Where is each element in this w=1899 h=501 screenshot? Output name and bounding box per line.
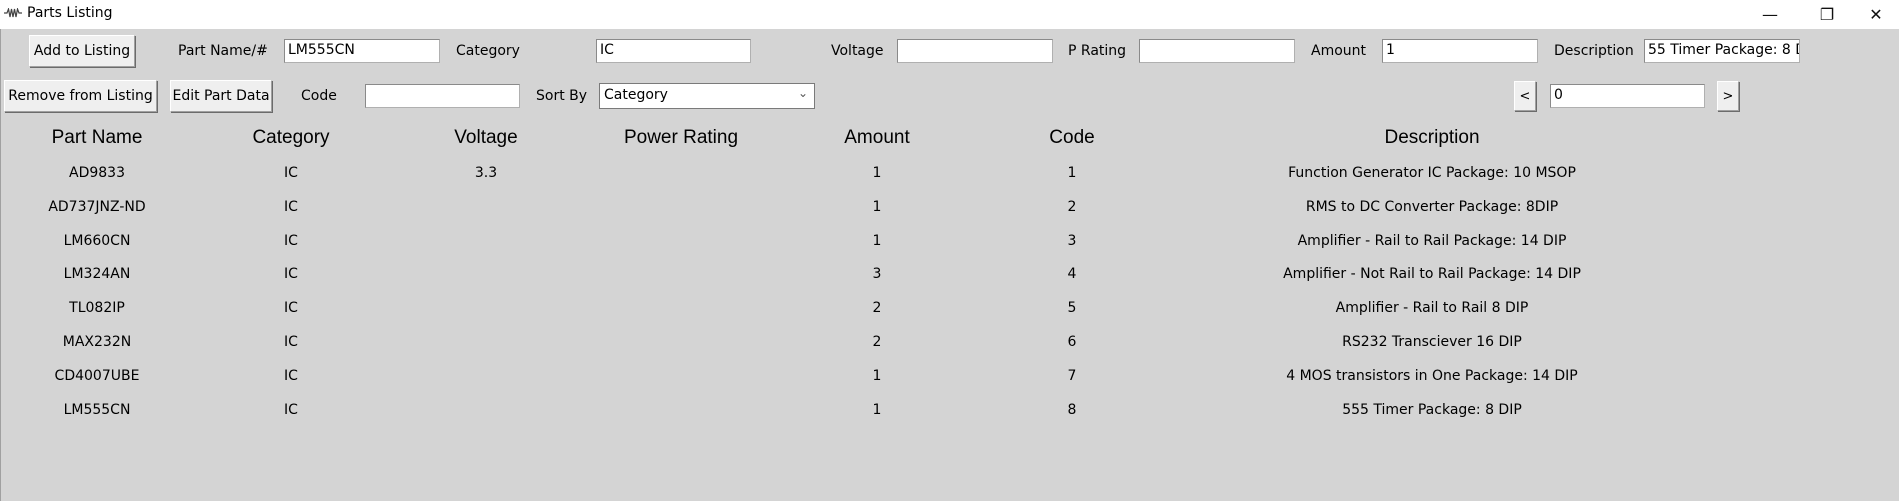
cell-category: IC — [284, 367, 298, 384]
maximize-button[interactable]: ❐ — [1804, 0, 1850, 29]
cell-category: IC — [284, 165, 298, 181]
cell-amount: 1 — [872, 401, 882, 418]
category-label: Category — [456, 43, 520, 59]
minimize-button[interactable]: — — [1747, 0, 1793, 29]
voltage-input[interactable] — [897, 39, 1053, 63]
cell-code: 6 — [1067, 334, 1077, 350]
add-to-listing-button[interactable]: Add to Listing — [29, 35, 135, 67]
cell-description: RMS to DC Converter Package: 8DIP — [1305, 198, 1559, 215]
edit-part-data-button[interactable]: Edit Part Data — [170, 80, 272, 112]
cell-category: IC — [284, 334, 298, 350]
cell-category: IC — [284, 401, 298, 418]
cell-description: Function Generator IC Package: 10 MSOP — [1288, 165, 1576, 181]
cell-amount: 1 — [872, 232, 882, 249]
cell-part-name: AD737JNZ-ND — [48, 198, 146, 215]
sort-by-select[interactable]: Category ⌄ — [599, 83, 815, 109]
sort-by-value: Category — [604, 87, 668, 103]
cell-part-name: CD4007UBE — [54, 367, 140, 384]
cell-code: 3 — [1067, 232, 1077, 249]
description-label: Description — [1554, 43, 1634, 59]
header-voltage: Voltage — [454, 127, 518, 148]
cell-description: 555 Timer Package: 8 DIP — [1342, 401, 1522, 418]
cell-part-name: LM555CN — [63, 401, 131, 418]
cell-code: 7 — [1067, 367, 1077, 384]
header-amount: Amount — [844, 127, 910, 148]
cell-amount: 1 — [872, 165, 882, 181]
cell-description: 4 MOS transistors in One Package: 14 DIP — [1286, 367, 1578, 384]
cell-part-name: LM660CN — [63, 232, 131, 249]
cell-category: IC — [284, 300, 298, 317]
cell-code: 2 — [1067, 198, 1077, 215]
cell-description: RS232 Transciever 16 DIP — [1342, 334, 1522, 350]
cell-description: Amplifier - Rail to Rail Package: 14 DIP — [1297, 232, 1567, 249]
cell-category: IC — [284, 198, 298, 215]
part-name-label: Part Name/# — [178, 43, 268, 59]
title-bar: Parts Listing — ❐ ✕ — [0, 0, 1899, 29]
previous-page-button[interactable]: < — [1514, 81, 1536, 111]
cell-part-name: LM324AN — [63, 266, 131, 283]
code-label: Code — [301, 88, 337, 104]
close-button[interactable]: ✕ — [1853, 0, 1899, 29]
page-input[interactable]: 0 — [1550, 84, 1705, 108]
p-rating-label: P Rating — [1068, 43, 1127, 59]
cell-category: IC — [284, 266, 298, 283]
amount-input[interactable]: 1 — [1382, 39, 1538, 63]
chevron-down-icon: ⌄ — [797, 86, 808, 100]
cell-amount: 2 — [872, 300, 882, 317]
cell-part-name: MAX232N — [62, 334, 132, 350]
header-description: Description — [1384, 127, 1480, 148]
window-title: Parts Listing — [27, 5, 113, 21]
voltage-label: Voltage — [831, 43, 884, 59]
minimize-icon: — — [1762, 5, 1778, 24]
cell-description: Amplifier - Rail to Rail 8 DIP — [1335, 300, 1529, 317]
cell-amount: 1 — [872, 198, 882, 215]
next-page-button[interactable]: > — [1717, 81, 1739, 111]
header-code: Code — [1049, 127, 1095, 148]
cell-amount: 3 — [872, 266, 882, 283]
cell-code: 1 — [1067, 165, 1077, 181]
cell-description: Amplifier - Not Rail to Rail Package: 14… — [1283, 266, 1581, 283]
code-input[interactable] — [365, 84, 520, 108]
category-input[interactable]: IC — [596, 39, 751, 63]
window-border — [0, 29, 1, 501]
cell-category: IC — [284, 232, 298, 249]
header-category: Category — [252, 127, 330, 148]
p-rating-input[interactable] — [1139, 39, 1295, 63]
cell-code: 8 — [1067, 401, 1077, 418]
cell-code: 5 — [1067, 300, 1077, 317]
cell-code: 4 — [1067, 266, 1077, 283]
cell-amount: 2 — [872, 334, 882, 350]
close-icon: ✕ — [1869, 5, 1883, 24]
description-input[interactable]: 55 Timer Package: 8 DIP — [1644, 39, 1800, 63]
cell-part-name: AD9833 — [69, 165, 125, 181]
restore-icon: ❐ — [1819, 5, 1835, 24]
header-power-rating: Power Rating — [623, 127, 739, 148]
resistor-icon — [4, 8, 22, 18]
part-name-input[interactable]: LM555CN — [284, 39, 440, 63]
sort-by-label: Sort By — [536, 88, 588, 104]
cell-voltage: 3.3 — [474, 165, 498, 181]
remove-from-listing-button[interactable]: Remove from Listing — [4, 80, 157, 112]
header-part-name: Part Name — [51, 127, 143, 148]
amount-label: Amount — [1311, 43, 1367, 59]
cell-part-name: TL082IP — [69, 300, 125, 317]
cell-amount: 1 — [872, 367, 882, 384]
